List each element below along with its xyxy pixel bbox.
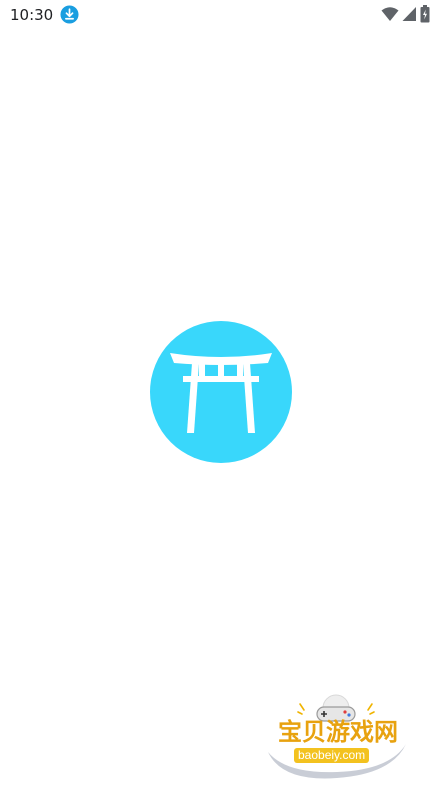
watermark-domain-text: baobeiy.com [294,748,370,763]
app-splash-logo [150,321,292,463]
status-icons [381,4,430,24]
battery-icon [420,5,430,23]
cell-signal-icon [402,7,416,21]
torii-gate-icon [170,353,272,433]
status-time: 10:30 [10,6,54,24]
download-icon [60,5,79,24]
watermark-brand-text: 宝贝游戏网 [278,718,398,746]
status-bar: 10:30 [0,0,442,30]
watermark: 宝贝游戏网 baobeiy.com [262,690,412,782]
wifi-icon [381,7,399,21]
